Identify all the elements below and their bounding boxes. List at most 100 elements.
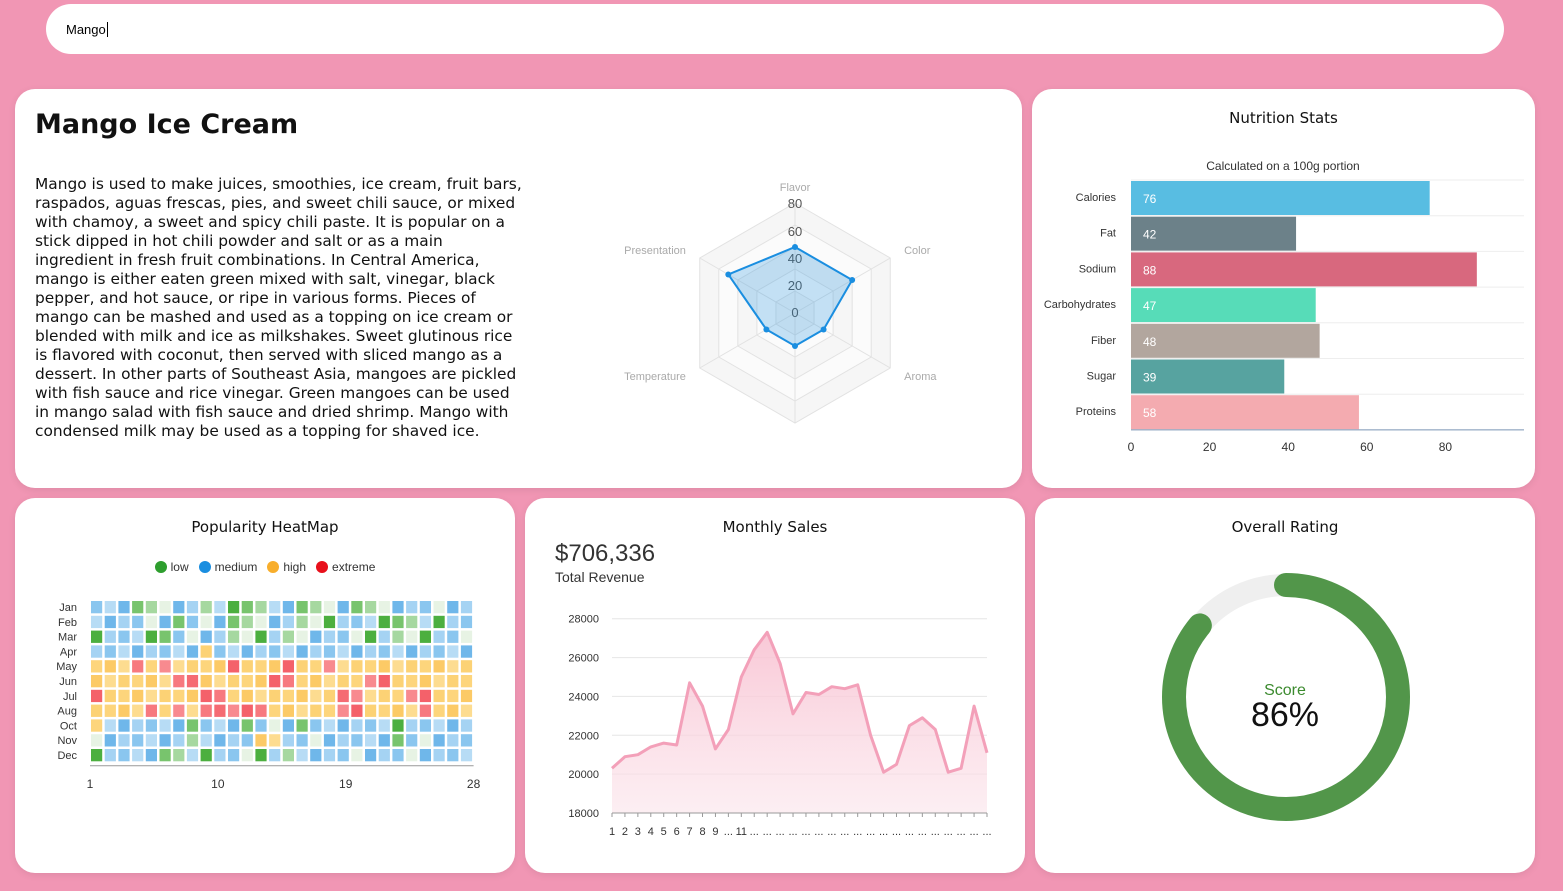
- heatmap-cell: [447, 734, 459, 747]
- heatmap-cell: [282, 689, 294, 703]
- heatmap-cell: [173, 734, 185, 747]
- nutrition-x-tick: 40: [1282, 440, 1296, 454]
- heatmap-title: Popularity HeatMap: [191, 518, 339, 536]
- heatmap-cell: [282, 704, 294, 717]
- legend-dot: [316, 561, 329, 573]
- heatmap-cell: [460, 734, 473, 747]
- sales-x-tick: 6: [674, 826, 680, 838]
- heatmap-cell: [351, 630, 363, 643]
- heatmap-cell: [419, 719, 431, 732]
- sales-x-tick: ...: [957, 826, 966, 838]
- heatmap-cell: [241, 734, 253, 747]
- heatmap-cell: [447, 675, 459, 688]
- heatmap-cell: [406, 601, 418, 614]
- heatmap-cell: [296, 645, 308, 658]
- heatmap-row-label: Nov: [57, 735, 77, 747]
- heatmap-cell: [145, 601, 157, 614]
- heatmap-cell: [392, 704, 404, 717]
- heatmap-cell: [406, 615, 418, 629]
- heatmap-cell: [132, 645, 144, 658]
- score-value: 86%: [1250, 696, 1320, 734]
- heatmap-cell: [91, 645, 103, 658]
- heatmap-cell: [392, 645, 404, 658]
- heatmap-cell: [406, 675, 418, 688]
- sales-y-tick: 26000: [568, 653, 599, 665]
- heatmap-row-label: Apr: [60, 646, 77, 658]
- heatmap-row-label: Jul: [63, 691, 77, 703]
- heatmap-cell: [159, 601, 171, 614]
- heatmap-cell: [255, 675, 267, 688]
- search-bar[interactable]: Mango: [46, 4, 1504, 54]
- heatmap-cell: [200, 675, 212, 688]
- legend-label: low: [170, 560, 189, 574]
- nutrition-value-label: 88: [1143, 263, 1157, 277]
- sales-x-tick: ...: [879, 826, 888, 838]
- search-input-value[interactable]: Mango: [66, 22, 106, 37]
- heatmap-cell: [228, 689, 240, 703]
- heatmap-cell: [269, 630, 281, 643]
- heatmap-cell: [173, 689, 185, 703]
- heatmap-cell: [460, 689, 473, 703]
- heatmap-cell: [255, 689, 267, 703]
- heatmap-cell: [433, 615, 445, 629]
- legend-item-medium[interactable]: medium: [198, 560, 257, 574]
- radar-axis-label: Color: [904, 245, 931, 257]
- text-caret: [106, 21, 108, 37]
- legend-item-extreme[interactable]: extreme: [316, 560, 375, 574]
- heatmap-cell: [241, 675, 253, 688]
- heatmap-cell: [365, 601, 377, 614]
- heatmap-cell: [282, 660, 294, 673]
- heatmap-cell: [255, 645, 267, 658]
- heatmap-cell: [214, 645, 226, 658]
- legend-item-high[interactable]: high: [267, 560, 306, 574]
- heatmap-x-tick: 10: [211, 777, 225, 791]
- heatmap-cell: [255, 660, 267, 673]
- heatmap-cell: [255, 630, 267, 643]
- heatmap-cell: [104, 645, 116, 658]
- heatmap-cell: [392, 630, 404, 643]
- heatmap-cell: [323, 601, 336, 614]
- heatmap-row-label: Dec: [57, 750, 77, 762]
- heatmap-cell: [296, 704, 308, 717]
- sales-x-tick: 2: [622, 826, 628, 838]
- heatmap-cell: [214, 615, 226, 629]
- nutrition-bar: [1131, 181, 1430, 215]
- heatmap-cell: [378, 601, 390, 614]
- legend-item-low[interactable]: low: [154, 560, 189, 574]
- heatmap-cell: [173, 601, 185, 614]
- heatmap-cell: [365, 704, 377, 717]
- heatmap-cell: [159, 615, 171, 629]
- heatmap-cell: [282, 675, 294, 688]
- heatmap-cell: [365, 689, 377, 703]
- heatmap-cell: [323, 645, 336, 658]
- heatmap-cell: [159, 719, 171, 732]
- heatmap-cell: [255, 601, 267, 614]
- heatmap-cell: [91, 630, 103, 643]
- heatmap-cell: [145, 615, 157, 629]
- sales-x-tick: 9: [712, 826, 718, 838]
- heatmap-cell: [118, 660, 130, 673]
- heatmap-cell: [296, 630, 308, 643]
- legend-label: extreme: [332, 560, 376, 574]
- heatmap-cell: [104, 704, 116, 717]
- radar-point: [725, 271, 732, 278]
- heatmap-cell: [460, 601, 473, 614]
- sales-x-tick: ...: [944, 826, 953, 838]
- heatmap-cell: [419, 749, 431, 762]
- heatmap-cell: [323, 660, 336, 673]
- heatmap-cell: [323, 630, 336, 643]
- heatmap-cell: [173, 704, 185, 717]
- nutrition-x-tick: 60: [1360, 440, 1374, 454]
- product-title: Mango Ice Cream: [35, 109, 299, 140]
- heatmap-cell: [447, 704, 459, 717]
- heatmap-cell: [460, 630, 473, 643]
- heatmap-cell: [159, 734, 171, 747]
- heatmap-cell: [214, 630, 226, 643]
- heatmap-cell: [186, 601, 199, 614]
- heatmap-row-label: Jun: [59, 676, 77, 688]
- heatmap-cell: [351, 645, 363, 658]
- sales-x-tick: ...: [840, 826, 849, 838]
- nutrition-x-tick: 80: [1439, 440, 1453, 454]
- sales-x-tick: ...: [982, 826, 991, 838]
- nutrition-category-label: Proteins: [1076, 406, 1117, 418]
